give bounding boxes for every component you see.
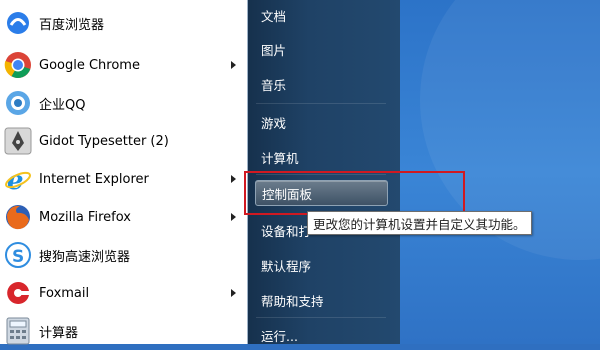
program-label: Foxmail [39,285,90,301]
svg-text:S: S [12,247,24,267]
control-panel-tooltip: 更改您的计算机设置并自定义其功能。 [307,211,532,235]
program-label: Gidot Typesetter (2) [39,133,169,149]
program-label: 计算器 [39,325,79,341]
gidot-pen-icon [3,126,33,156]
baidu-browser-icon [3,8,33,38]
programs-pane: 百度浏览器 Google Chrome 企业QQ Gidot Typesette… [0,0,248,345]
program-label: Internet Explorer [39,171,149,187]
calculator-icon [3,316,33,346]
program-item-foxmail[interactable]: Foxmail [0,274,247,312]
right-item-devices-and-printers[interactable]: 设备和打 [261,217,311,243]
program-label: 百度浏览器 [39,17,105,33]
submenu-arrow-icon [231,289,236,297]
program-label: 企业QQ [39,97,86,113]
sogou-browser-icon: S [3,240,33,270]
program-item-sogou-browser[interactable]: S 搜狗高速浏览器 [0,236,247,274]
program-item-calculator[interactable]: 计算器 [0,312,247,350]
program-item-baidu-browser[interactable]: 百度浏览器 [0,4,247,42]
program-item-internet-explorer[interactable]: e Internet Explorer [0,160,247,198]
right-item-default-programs[interactable]: 默认程序 [261,252,311,278]
right-item-computer[interactable]: 计算机 [261,144,299,170]
firefox-icon [3,202,33,232]
right-item-run[interactable]: 运行... [261,322,298,348]
program-item-enterprise-qq[interactable]: 企业QQ [0,84,247,122]
right-item-pictures[interactable]: 图片 [261,36,286,62]
right-item-music[interactable]: 音乐 [261,71,286,97]
program-label: Mozilla Firefox [39,209,131,225]
program-item-mozilla-firefox[interactable]: Mozilla Firefox [0,198,247,236]
separator [256,103,386,104]
internet-explorer-icon: e [3,164,33,194]
separator [256,317,386,318]
program-label: Google Chrome [39,57,140,73]
submenu-arrow-icon [231,213,236,221]
qq-icon [3,88,33,118]
highlight-annotation-box [244,171,465,215]
submenu-arrow-icon [231,175,236,183]
right-item-games[interactable]: 游戏 [261,109,286,135]
right-item-documents[interactable]: 文档 [261,2,286,28]
foxmail-icon [3,278,33,308]
chrome-icon [3,50,33,80]
program-item-google-chrome[interactable]: Google Chrome [0,46,247,84]
right-item-help-and-support[interactable]: 帮助和支持 [261,287,324,313]
submenu-arrow-icon [231,61,236,69]
program-label: 搜狗高速浏览器 [39,249,131,265]
program-item-gidot-typesetter[interactable]: Gidot Typesetter (2) [0,122,247,160]
